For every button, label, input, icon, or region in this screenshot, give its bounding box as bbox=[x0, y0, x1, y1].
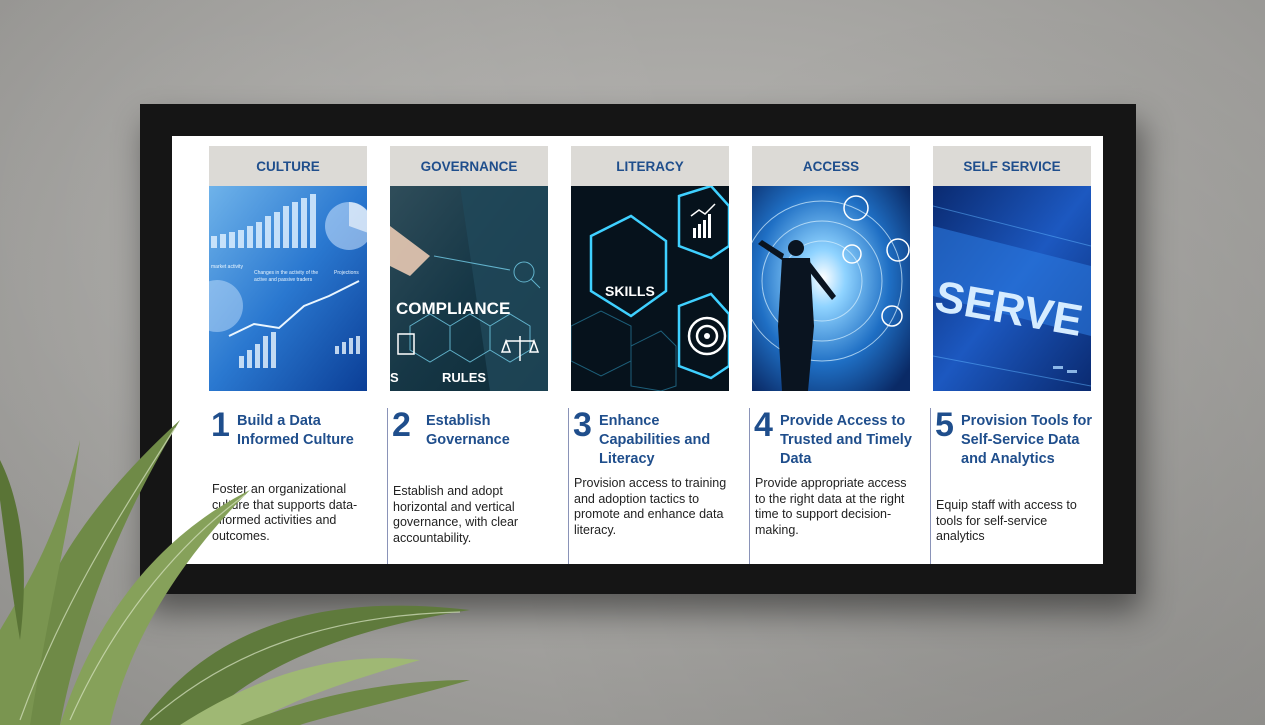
column-header: ACCESS bbox=[752, 146, 910, 186]
step-title: Provision Tools for Self-Service Data an… bbox=[961, 413, 1093, 467]
column-divider bbox=[930, 408, 931, 564]
governance-image: COMPLIANCE RULES S bbox=[390, 186, 548, 391]
literacy-image: SKILLS bbox=[571, 186, 729, 391]
step-number: 2 bbox=[392, 406, 411, 444]
step-title: Build a Data Informed Culture bbox=[237, 413, 354, 448]
image-text: market activity bbox=[211, 264, 243, 270]
culture-image: Changes in the activity of the active an… bbox=[209, 186, 367, 391]
column-governance: GOVERNANCE COMPLIANCE RULES S 2 Establis… bbox=[387, 146, 548, 564]
step-description: Provide appropriate access to the right … bbox=[755, 476, 907, 537]
step-description: Foster an organizational culture that su… bbox=[212, 482, 358, 543]
step-number: 4 bbox=[754, 406, 773, 444]
column-culture: CULTURE Changes in the activity of the a… bbox=[209, 146, 367, 560]
step-description: Establish and adopt horizontal and verti… bbox=[393, 484, 519, 545]
image-text: COMPLIANCE bbox=[396, 299, 510, 318]
column-header: GOVERNANCE bbox=[390, 146, 548, 186]
step-number: 3 bbox=[573, 406, 592, 444]
column-header: SELF SERVICE bbox=[933, 146, 1091, 186]
step-description: Equip staff with access to tools for sel… bbox=[936, 498, 1077, 543]
step-title: Provide Access to Trusted and Timely Dat… bbox=[780, 413, 912, 467]
image-text: active and passive traders bbox=[254, 277, 313, 283]
step-number: 1 bbox=[211, 406, 230, 444]
column-access: ACCESS 4 Provide Access to Trusted and T… bbox=[749, 146, 912, 564]
image-text: Projections bbox=[334, 270, 359, 276]
poster: CULTURE Changes in the activity of the a… bbox=[172, 136, 1103, 564]
picture-frame: CULTURE Changes in the activity of the a… bbox=[140, 104, 1136, 594]
step-title: Enhance Capabilities and Literacy bbox=[599, 413, 711, 467]
image-text: RULES bbox=[442, 370, 486, 385]
column-divider bbox=[387, 408, 388, 564]
column-self-service: SELF SERVICE SERVE 5 Provision Tools for… bbox=[930, 146, 1093, 564]
image-text: S bbox=[390, 370, 399, 385]
column-divider bbox=[749, 408, 750, 564]
column-header: CULTURE bbox=[209, 146, 367, 186]
column-literacy: LITERACY SKILLS 3 Enhance Capabilities a… bbox=[568, 146, 729, 564]
self-service-image: SERVE bbox=[933, 186, 1091, 391]
column-divider bbox=[568, 408, 569, 564]
column-header: LITERACY bbox=[571, 146, 729, 186]
step-title: Establish Governance bbox=[426, 413, 510, 448]
image-text: SKILLS bbox=[605, 283, 655, 299]
access-image bbox=[752, 186, 910, 391]
step-number: 5 bbox=[935, 406, 954, 444]
step-description: Provision access to training and adoptio… bbox=[574, 476, 727, 537]
image-text: Changes in the activity of the bbox=[254, 270, 318, 276]
